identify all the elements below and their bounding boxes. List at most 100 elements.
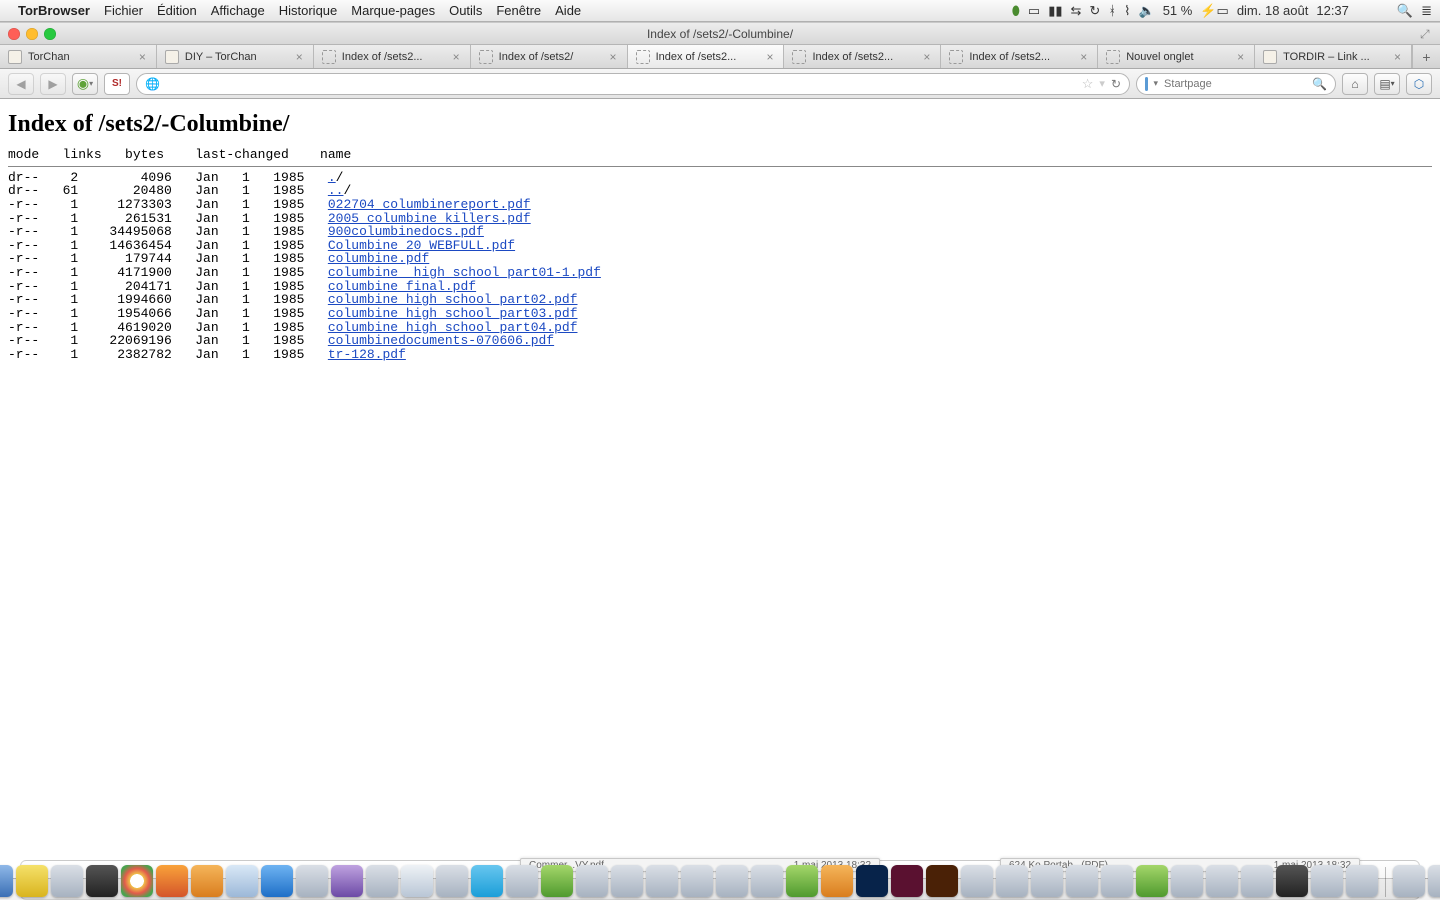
menu-marque-pages[interactable]: Marque-pages: [351, 3, 435, 18]
menu-fenêtre[interactable]: Fenêtre: [496, 3, 541, 18]
tab-close-icon[interactable]: ×: [1078, 50, 1089, 64]
search-input[interactable]: [1164, 78, 1306, 90]
dock-app-41[interactable]: [1428, 865, 1440, 897]
notification-center-icon[interactable]: ≣: [1421, 3, 1432, 19]
menubar-time[interactable]: 12:37: [1316, 3, 1349, 18]
menu-outils[interactable]: Outils: [449, 3, 482, 18]
tab-4[interactable]: Index of /sets2...×: [628, 45, 785, 68]
tab-close-icon[interactable]: ×: [451, 50, 462, 64]
dock-app-30[interactable]: [1031, 865, 1063, 897]
dock-app-39[interactable]: [1346, 865, 1378, 897]
app-name[interactable]: TorBrowser: [18, 3, 90, 18]
menu-historique[interactable]: Historique: [279, 3, 338, 18]
dock-app-40[interactable]: [1393, 865, 1425, 897]
tab-3[interactable]: Index of /sets2/×: [471, 45, 628, 68]
dock-app-6[interactable]: [191, 865, 223, 897]
dock-app-31[interactable]: [1066, 865, 1098, 897]
bluetooth-icon[interactable]: ᚼ: [1108, 3, 1116, 18]
back-button[interactable]: ◀: [8, 73, 34, 95]
dock-app-37[interactable]: [1276, 865, 1308, 897]
menu-affichage[interactable]: Affichage: [211, 3, 265, 18]
dock-app-16[interactable]: [541, 865, 573, 897]
tab-close-icon[interactable]: ×: [764, 50, 775, 64]
window-close-button[interactable]: [8, 28, 20, 40]
search-bar[interactable]: ▾ 🔍: [1136, 73, 1336, 95]
bookmark-star-icon[interactable]: ☆: [1082, 76, 1094, 92]
dock-app-11[interactable]: [366, 865, 398, 897]
window-fullscreen-icon[interactable]: ⤢: [1420, 27, 1434, 41]
torbutton-icon[interactable]: ◉▾: [72, 73, 98, 95]
display-icon[interactable]: ▭: [1028, 3, 1040, 19]
sync-icon[interactable]: ⇆: [1071, 3, 1082, 19]
dock-app-24[interactable]: [821, 865, 853, 897]
dock-app-0[interactable]: [0, 865, 13, 897]
dock-app-23[interactable]: [786, 865, 818, 897]
dock-app-8[interactable]: [261, 865, 293, 897]
dock-app-2[interactable]: [51, 865, 83, 897]
dock-app-29[interactable]: [996, 865, 1028, 897]
menu-fichier[interactable]: Fichier: [104, 3, 143, 18]
dock-app-36[interactable]: [1241, 865, 1273, 897]
tab-close-icon[interactable]: ×: [921, 50, 932, 64]
dock-app-34[interactable]: [1171, 865, 1203, 897]
window-minimize-button[interactable]: [26, 28, 38, 40]
window-titlebar[interactable]: Index of /sets2/-Columbine/ ⤢: [0, 23, 1440, 45]
tab-close-icon[interactable]: ×: [1392, 50, 1403, 64]
noscript-button[interactable]: S!: [104, 73, 130, 95]
tab-5[interactable]: Index of /sets2...×: [784, 45, 941, 68]
url-bar[interactable]: 🌐 ☆ ▾ ↻: [136, 73, 1130, 95]
dock-app-35[interactable]: [1206, 865, 1238, 897]
dock-app-3[interactable]: [86, 865, 118, 897]
window-zoom-button[interactable]: [44, 28, 56, 40]
tab-0[interactable]: TorChan×: [0, 45, 157, 68]
tab-1[interactable]: DIY – TorChan×: [157, 45, 314, 68]
dock-app-19[interactable]: [646, 865, 678, 897]
dock-app-18[interactable]: [611, 865, 643, 897]
dock-app-10[interactable]: [331, 865, 363, 897]
tab-close-icon[interactable]: ×: [1235, 50, 1246, 64]
home-button[interactable]: ⌂: [1342, 73, 1368, 95]
dock-app-4[interactable]: [121, 865, 153, 897]
tab-8[interactable]: TORDIR – Link ...×: [1255, 45, 1412, 68]
dock-app-26[interactable]: [891, 865, 923, 897]
wifi-icon[interactable]: ⌇: [1124, 3, 1130, 19]
menu-édition[interactable]: Édition: [157, 3, 197, 18]
tab-close-icon[interactable]: ×: [608, 50, 619, 64]
tor-circuit-button[interactable]: ⬡: [1406, 73, 1432, 95]
dock-app-25[interactable]: [856, 865, 888, 897]
site-identity-icon[interactable]: 🌐: [145, 77, 160, 91]
dock-app-28[interactable]: [961, 865, 993, 897]
dock-app-14[interactable]: [471, 865, 503, 897]
tab-2[interactable]: Index of /sets2...×: [314, 45, 471, 68]
dock-app-7[interactable]: [226, 865, 258, 897]
search-go-icon[interactable]: 🔍: [1312, 77, 1327, 91]
dock-app-9[interactable]: [296, 865, 328, 897]
volume-icon[interactable]: 🔈: [1139, 3, 1155, 19]
dock-app-20[interactable]: [681, 865, 713, 897]
tab-7[interactable]: Nouvel onglet×: [1098, 45, 1255, 68]
dock-app-12[interactable]: [401, 865, 433, 897]
dock-app-13[interactable]: [436, 865, 468, 897]
search-engine-icon[interactable]: [1145, 77, 1148, 91]
dock-app-21[interactable]: [716, 865, 748, 897]
dock-app-22[interactable]: [751, 865, 783, 897]
battery-charge-icon[interactable]: ⚡▭: [1200, 3, 1228, 19]
menubar-date[interactable]: dim. 18 août: [1237, 3, 1309, 18]
bookmarks-menu-button[interactable]: ▤▾: [1374, 73, 1400, 95]
dock-app-32[interactable]: [1101, 865, 1133, 897]
url-input[interactable]: [166, 78, 1076, 90]
battery-icon[interactable]: ▮▮: [1048, 3, 1062, 19]
menu-aide[interactable]: Aide: [555, 3, 581, 18]
dock-app-5[interactable]: [156, 865, 188, 897]
forward-button[interactable]: ▶: [40, 73, 66, 95]
new-tab-button[interactable]: +: [1412, 45, 1440, 68]
dock-app-27[interactable]: [926, 865, 958, 897]
dock-app-33[interactable]: [1136, 865, 1168, 897]
reload-button[interactable]: ↻: [1111, 77, 1121, 91]
file-link[interactable]: tr-128.pdf: [328, 347, 406, 362]
dock-app-1[interactable]: [16, 865, 48, 897]
dock-app-38[interactable]: [1311, 865, 1343, 897]
dock-app-15[interactable]: [506, 865, 538, 897]
timemachine-icon[interactable]: ↻: [1089, 3, 1100, 19]
tab-close-icon[interactable]: ×: [294, 50, 305, 64]
